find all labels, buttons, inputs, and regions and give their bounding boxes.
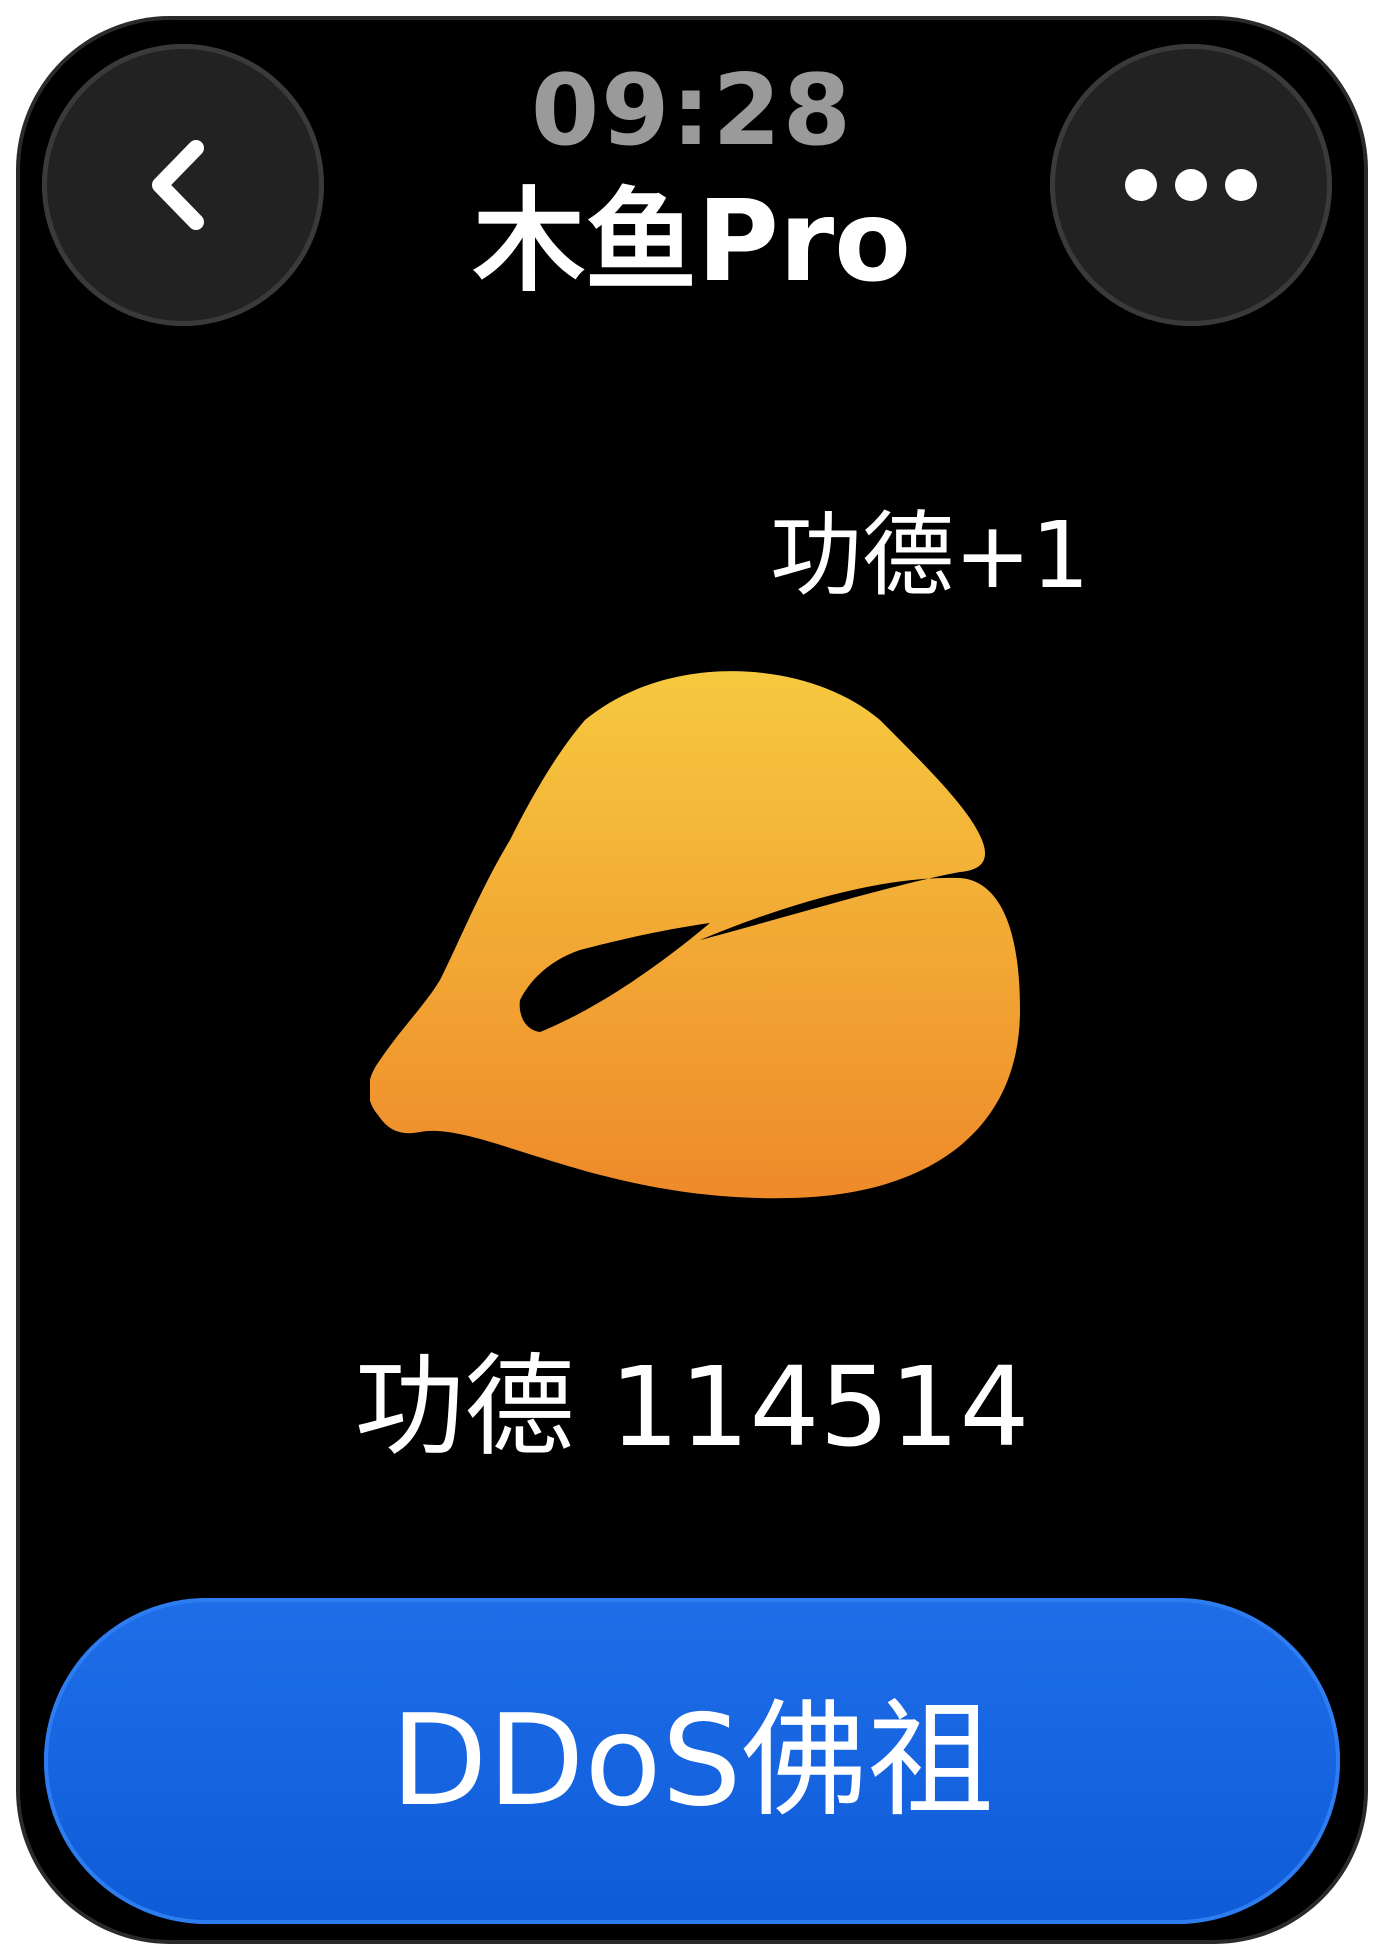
wooden-fish-icon [368, 671, 1021, 1199]
merit-increment-label: 功德+1 [770, 502, 1090, 609]
merit-total-label: 功德 114514 [354, 1343, 1030, 1471]
wooden-fish[interactable] [368, 660, 1030, 1210]
ddos-buddha-button[interactable]: DDoS佛祖 [44, 1598, 1340, 1924]
watch-screen: 09:28 木鱼Pro 功德+1 功德 114514 DDoS佛祖 [20, 20, 1364, 1940]
more-button[interactable] [1050, 44, 1332, 326]
ddos-buddha-button-label: DDoS佛祖 [390, 1687, 994, 1834]
ellipsis-icon [1125, 169, 1257, 201]
